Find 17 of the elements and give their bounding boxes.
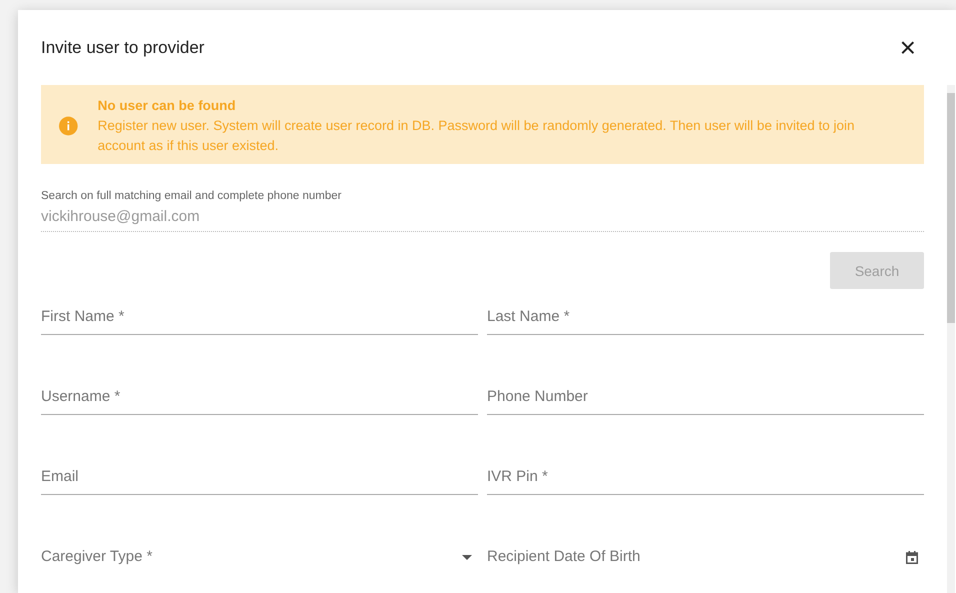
calendar-icon[interactable] [906, 550, 918, 564]
text-field[interactable]: Username * [41, 379, 478, 415]
alert-title: No user can be found [98, 97, 237, 115]
caret-icon[interactable] [462, 554, 472, 560]
select-field[interactable]: Caregiver Type * [41, 539, 462, 575]
text-field[interactable]: Phone Number [487, 379, 924, 415]
text-field[interactable]: Last Name * [487, 299, 924, 335]
date-field[interactable]: Recipient Date Of Birth [487, 539, 906, 575]
dialog-title: Invite user to provider [41, 38, 204, 58]
text-field[interactable]: Email [41, 459, 478, 495]
text-field[interactable]: IVR Pin * [487, 459, 924, 495]
text-field[interactable]: First Name * [41, 299, 478, 335]
search-field[interactable]: vickihrouse@gmail.com [41, 202, 924, 232]
close-button[interactable]: × [900, 36, 916, 60]
info-icon [59, 115, 78, 137]
search-label: Search on full matching email and complete phone number [41, 190, 342, 202]
alert-message: Register new user. System will create user record in DB. Password will be randomly generated. Then user will be invited to join account as if this user existed. [98, 117, 856, 155]
